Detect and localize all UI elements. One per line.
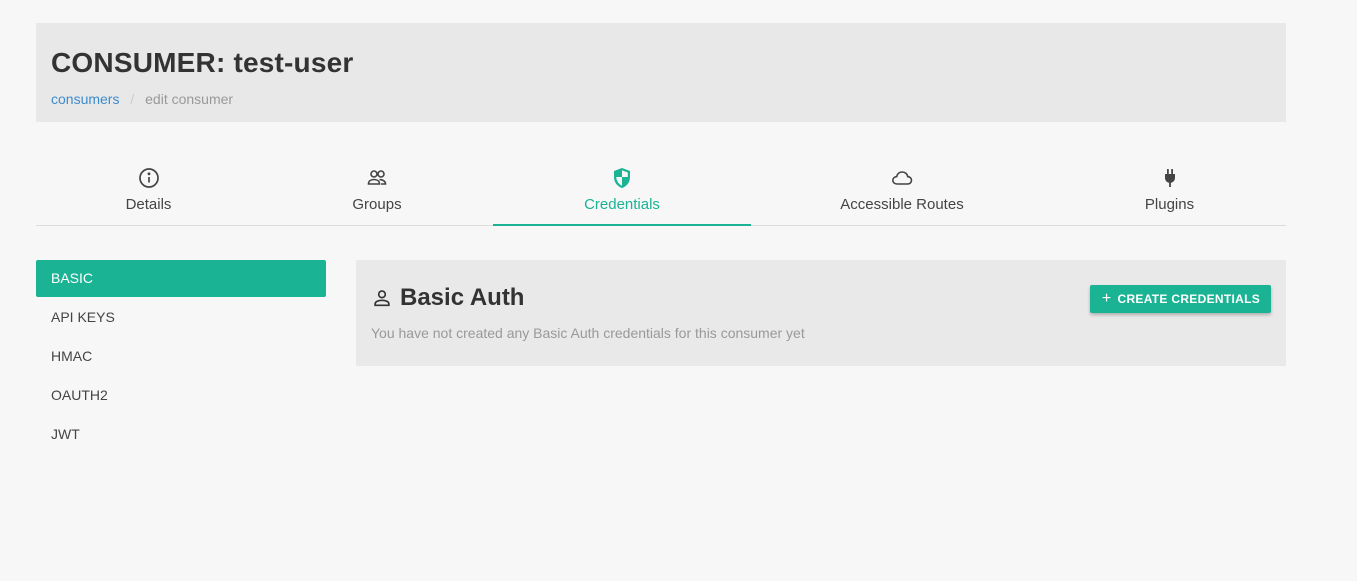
credential-type-nav: BASIC API KEYS HMAC OAUTH2 JWT [36,260,326,455]
plus-icon: + [1101,290,1112,307]
tab-plugins-label: Plugins [1144,196,1195,213]
plug-icon [1164,169,1175,187]
breadcrumb-consumers-link[interactable]: consumers [51,91,119,107]
panel-title: Basic Auth [371,284,524,312]
nav-item-basic[interactable]: BASIC [36,260,326,297]
cloud-icon [891,171,913,185]
shield-icon [614,168,630,188]
create-credentials-label: CREATE CREDENTIALS [1117,292,1260,306]
basic-auth-panel: Basic Auth You have not created any Basi… [356,260,1286,366]
breadcrumb-separator: / [130,91,135,107]
empty-state-text: You have not created any Basic Auth cred… [371,325,805,341]
user-icon [374,290,390,307]
page-title: CONSUMER: test-user [51,47,354,78]
tab-plugins[interactable]: Plugins [1053,158,1286,225]
tab-details[interactable]: Details [36,158,261,225]
page-header: CONSUMER: test-user consumers / edit con… [36,23,1286,122]
tab-groups[interactable]: Groups [261,158,493,225]
nav-item-hmac[interactable]: HMAC [36,338,326,375]
nav-item-api-keys[interactable]: API KEYS [36,299,326,336]
users-icon [367,170,387,185]
tab-credentials-label: Credentials [584,196,660,213]
info-icon [138,168,159,188]
tab-groups-label: Groups [352,196,402,213]
tab-bar: Details Groups Credentials Accessible Ro… [36,158,1286,226]
nav-item-oauth2[interactable]: OAUTH2 [36,377,326,414]
nav-item-jwt[interactable]: JWT [36,416,326,453]
tab-details-label: Details [125,196,172,213]
tab-accessible-routes-label: Accessible Routes [840,196,964,213]
create-credentials-button[interactable]: + CREATE CREDENTIALS [1089,285,1271,313]
panel-title-text: Basic Auth [400,284,525,311]
tab-accessible-routes[interactable]: Accessible Routes [751,158,1053,225]
tab-credentials[interactable]: Credentials [493,158,751,226]
breadcrumb-current: edit consumer [145,91,234,107]
breadcrumb: consumers / edit consumer [51,91,233,107]
